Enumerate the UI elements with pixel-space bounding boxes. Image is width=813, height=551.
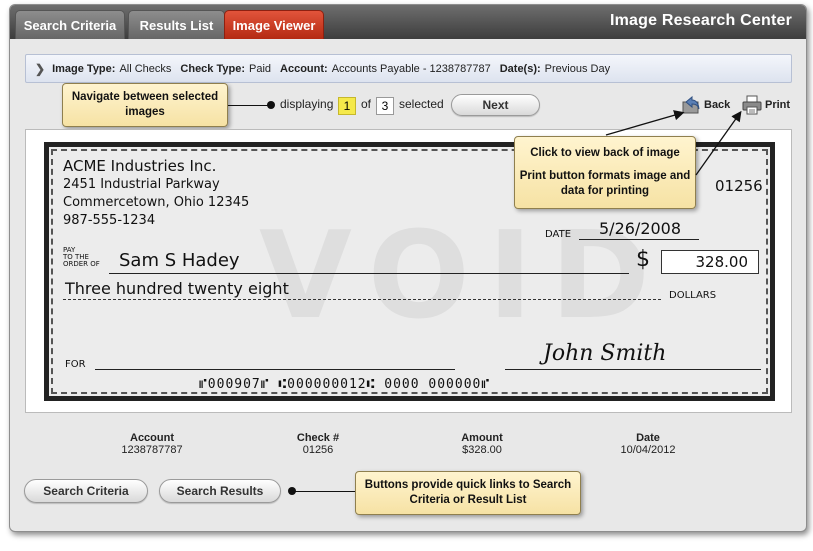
back-label: Back [704, 99, 731, 111]
amount-words-line [63, 299, 661, 300]
signature-line [505, 369, 761, 370]
account-value: Accounts Payable - 1238787787 [331, 62, 491, 75]
back-button[interactable]: Back [680, 94, 730, 116]
amount-in-words: Three hundred twenty eight [65, 279, 289, 298]
detail-date: Date 10/04/2012 [620, 432, 676, 456]
account-label: Account: [280, 62, 328, 75]
payee-line [109, 273, 629, 274]
total-images-number: 3 [376, 97, 394, 115]
navigate-connector-dot [267, 101, 275, 109]
dates-label: Date(s): [499, 62, 541, 75]
check-payee: Sam S Hadey [119, 250, 240, 271]
dollar-sign: $ [636, 247, 650, 272]
check-type-value: Paid [249, 62, 272, 75]
tab-results-list[interactable]: Results List [128, 10, 225, 39]
tab-image-viewer[interactable]: Image Viewer [224, 10, 324, 39]
criteria-bar[interactable]: ❯ Image Type: All Checks Check Type: Pai… [25, 54, 792, 83]
check-number: 01256 [715, 177, 763, 195]
for-label: FOR [65, 359, 86, 370]
top-bar: Search Criteria Results List Image Viewe… [10, 5, 806, 39]
image-type-value: All Checks [119, 62, 172, 75]
check-address-2: Commercetown, Ohio 12345 [63, 195, 250, 210]
check-phone: 987-555-1234 [63, 213, 156, 228]
next-button[interactable]: Next [451, 94, 540, 116]
search-results-button[interactable]: Search Results [159, 479, 281, 503]
check-address-1: 2451 Industrial Parkway [63, 177, 220, 192]
check-type-label: Check Type: [180, 62, 245, 75]
selected-label: selected [399, 97, 444, 111]
check-amount: 328.00 [661, 250, 759, 274]
signature: John Smith [543, 341, 667, 366]
chevron-right-icon: ❯ [35, 61, 46, 76]
detail-check-number: Check #01256 [296, 432, 340, 456]
tab-search-criteria[interactable]: Search Criteria [15, 10, 125, 39]
micr-line: ⑈000907⑈ ⑆000000012⑆ 0000 000000⑈ [199, 377, 491, 392]
check-date-label: DATE [545, 229, 572, 240]
detail-account: Account 1238787787 [121, 432, 183, 456]
print-label: Print [765, 99, 791, 111]
app-window: Search Criteria Results List Image Viewe… [9, 4, 807, 532]
navigate-connector [228, 105, 271, 106]
printer-icon [742, 95, 762, 115]
pay-label: PAY TO THE ORDER OF [63, 246, 100, 268]
detail-amount: Amount $328.00 [461, 432, 503, 456]
dates-value: Previous Day [544, 62, 611, 75]
check-date: 5/26/2008 [599, 219, 682, 238]
back-arrow-icon [682, 95, 700, 114]
current-image-number: 1 [338, 97, 356, 115]
memo-line [95, 369, 455, 370]
buttons-connector [294, 491, 356, 492]
check-company: ACME Industries Inc. [63, 157, 217, 175]
date-line [579, 239, 699, 240]
dollars-label: DOLLARS [669, 290, 717, 301]
displaying-label: displaying [280, 97, 334, 111]
image-type-label: Image Type: [52, 62, 116, 75]
print-button[interactable]: Print [741, 94, 790, 116]
back-print-callout: Click to view back of image Print button… [514, 136, 696, 209]
of-label: of [361, 97, 372, 111]
app-title: Image Research Center [609, 12, 792, 29]
buttons-callout: Buttons provide quick links to Search Cr… [355, 471, 581, 515]
search-criteria-button[interactable]: Search Criteria [24, 479, 148, 503]
navigate-callout: Navigate between selected images [62, 83, 228, 127]
